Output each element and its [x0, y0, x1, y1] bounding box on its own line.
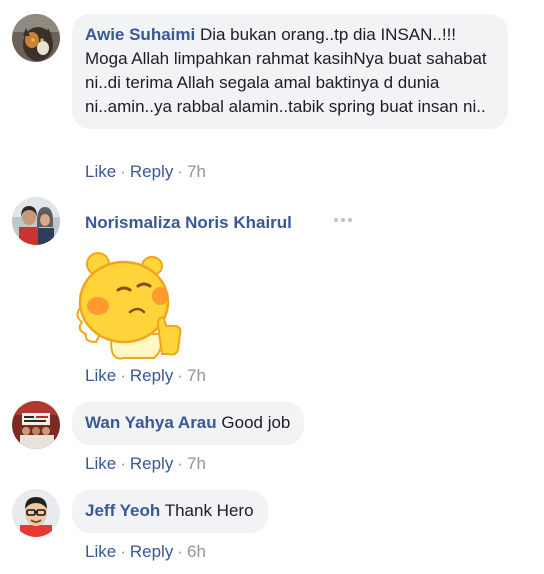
thumbs-up-blob-sticker — [76, 252, 182, 360]
timestamp[interactable]: 7h — [187, 454, 206, 473]
comment-author[interactable]: Norismaliza Noris Khairul — [85, 211, 292, 235]
more-dots-icon[interactable] — [333, 216, 353, 224]
separator: · — [177, 454, 183, 473]
reply-link[interactable]: Reply — [130, 454, 173, 473]
like-link[interactable]: Like — [85, 366, 116, 385]
avatar[interactable] — [12, 489, 60, 537]
like-link[interactable]: Like — [85, 542, 116, 561]
comment-actions: Like · Reply · 7h — [85, 454, 206, 474]
comment-actions: Like · Reply · 6h — [85, 542, 206, 562]
timestamp[interactable]: 7h — [187, 162, 206, 181]
man-photo-icon — [12, 489, 60, 537]
comment-actions: Like · Reply · 7h — [85, 162, 206, 182]
comment-author[interactable]: Wan Yahya Arau — [85, 413, 217, 432]
avatar[interactable] — [12, 401, 60, 449]
separator: · — [177, 366, 183, 385]
comment-author[interactable]: Jeff Yeoh — [85, 501, 160, 520]
separator: · — [177, 542, 183, 561]
avatar[interactable] — [12, 197, 60, 245]
comment-bubble: Wan Yahya Arau Good job — [72, 402, 305, 445]
separator: · — [177, 162, 183, 181]
separator: · — [120, 162, 126, 181]
like-link[interactable]: Like — [85, 162, 116, 181]
comment-text: Good job — [221, 413, 291, 432]
comment-actions: Like · Reply · 7h — [85, 366, 206, 386]
separator: · — [120, 366, 126, 385]
cat-photo-icon — [12, 14, 60, 62]
reply-link[interactable]: Reply — [130, 162, 173, 181]
couple-photo-icon — [12, 197, 60, 245]
timestamp[interactable]: 6h — [187, 542, 206, 561]
comment-text: Thank Hero — [164, 501, 254, 520]
avatar[interactable] — [12, 14, 60, 62]
like-link[interactable]: Like — [85, 454, 116, 473]
group-photo-icon — [12, 401, 60, 449]
comment-bubble: Jeff Yeoh Thank Hero — [72, 490, 268, 533]
timestamp[interactable]: 7h — [187, 366, 206, 385]
reply-link[interactable]: Reply — [130, 366, 173, 385]
comment-author[interactable]: Awie Suhaimi — [85, 25, 195, 44]
separator: · — [120, 542, 126, 561]
reply-link[interactable]: Reply — [130, 542, 173, 561]
separator: · — [120, 454, 126, 473]
comment-bubble: Awie Suhaimi Dia bukan orang..tp dia INS… — [72, 14, 508, 129]
